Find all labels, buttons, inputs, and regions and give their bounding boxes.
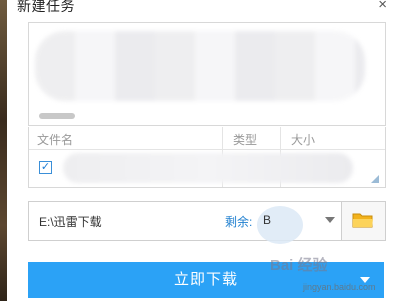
file-row-blurred <box>63 153 353 183</box>
column-size[interactable]: 大小 <box>291 131 315 148</box>
watermark-text: jingyan.baidu.com <box>303 282 376 292</box>
url-scrollbar[interactable] <box>39 113 75 119</box>
browse-folder-button[interactable] <box>341 201 386 241</box>
folder-icon <box>352 213 373 228</box>
resize-grip-icon[interactable] <box>371 175 379 183</box>
chevron-down-icon[interactable] <box>325 217 335 223</box>
file-table: 文件名 类型 大小 ✓ <box>28 127 386 188</box>
file-table-header: 文件名 类型 大小 <box>29 127 385 150</box>
url-text-blurred <box>35 31 365 101</box>
dialog-title: 新建任务 <box>17 0 75 14</box>
new-task-dialog: 新建任务 × 文件名 类型 大小 ✓ E:\迅雷下载 剩余: B 立即下载 Ba… <box>7 0 395 301</box>
download-now-button[interactable]: 立即下载 <box>28 262 384 298</box>
watermark-logo: Bai 经验 <box>270 257 328 274</box>
column-filename[interactable]: 文件名 <box>37 131 73 148</box>
download-now-label: 立即下载 <box>173 271 238 288</box>
url-input[interactable] <box>28 22 386 126</box>
column-type[interactable]: 类型 <box>233 131 257 148</box>
file-checkbox[interactable]: ✓ <box>39 161 52 174</box>
close-icon[interactable]: × <box>378 0 387 13</box>
remaining-space-label: 剩余: <box>225 215 253 229</box>
save-path-text: E:\迅雷下载 <box>39 215 102 229</box>
save-path-select[interactable]: E:\迅雷下载 剩余: B <box>28 201 342 244</box>
remaining-space-value: B <box>263 213 272 227</box>
background-edge <box>0 0 7 301</box>
